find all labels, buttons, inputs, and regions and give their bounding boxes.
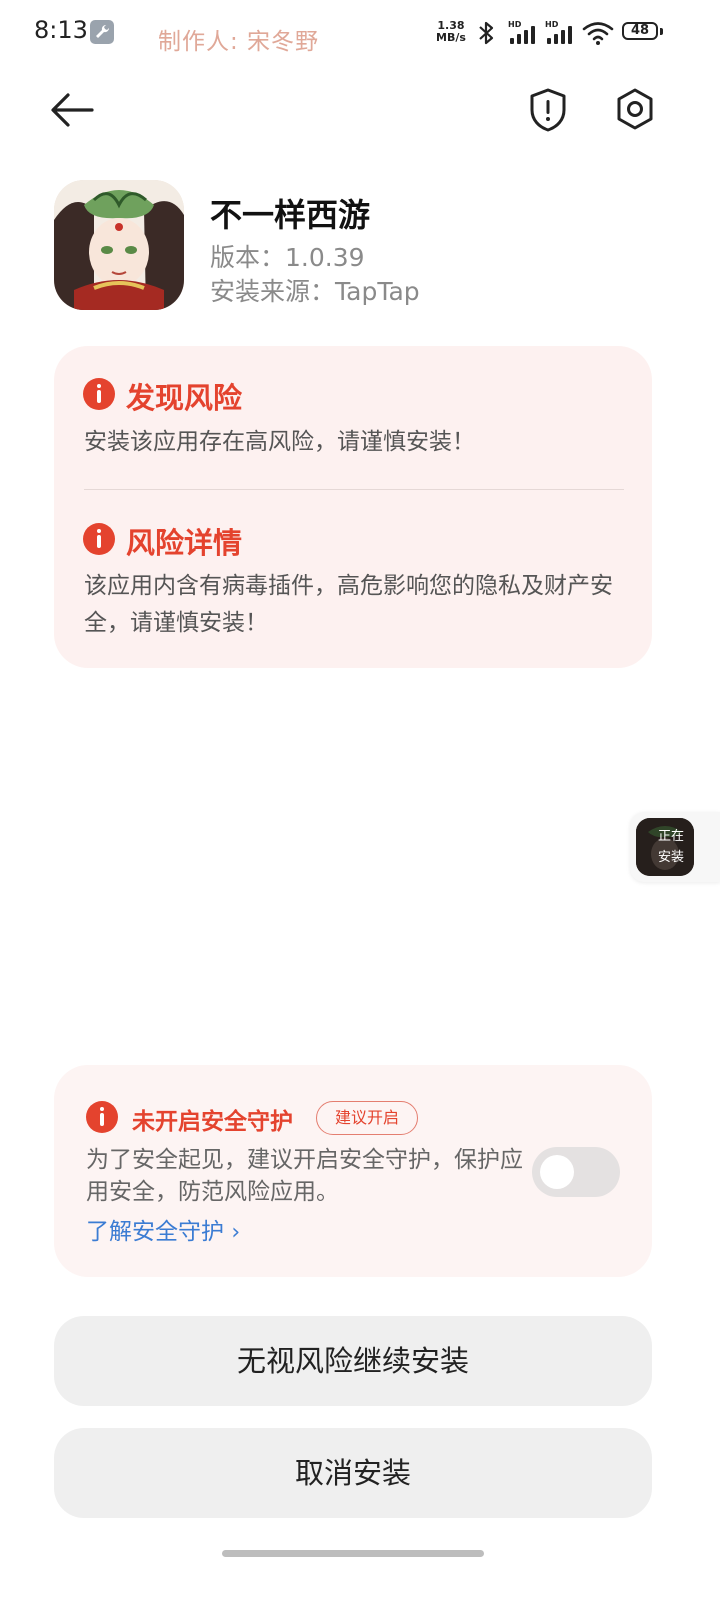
learn-protection-link-text: 了解安全守护 <box>86 1219 224 1245</box>
signal-hd-label: HD <box>545 20 559 29</box>
risk-found-text: 安装该应用存在高风险，请谨慎安装！ <box>84 429 475 455</box>
protection-title: 未开启安全守护 <box>132 1109 293 1135</box>
warning-icon <box>86 1101 118 1133</box>
home-indicator[interactable] <box>222 1550 484 1557</box>
risk-found-title: 发现风险 <box>126 381 243 415</box>
wrench-icon <box>90 20 114 44</box>
watermark-text: 制作人: 宋冬野 <box>158 29 320 55</box>
signal-hd-label: HD <box>508 20 522 29</box>
warning-icon <box>83 378 115 410</box>
risk-detail-title: 风险详情 <box>126 526 243 560</box>
installing-label-line1: 正在 <box>657 829 684 844</box>
app-icon <box>54 180 184 310</box>
shield-icon[interactable] <box>526 86 570 134</box>
installing-label-line2: 安装 <box>657 850 684 865</box>
bluetooth-icon <box>479 21 494 45</box>
floating-install-indicator[interactable]: 正在 安装 <box>630 812 720 882</box>
installing-app-thumbnail: 正在 安装 <box>636 818 694 876</box>
signal-icon: HD <box>508 20 538 46</box>
app-version: 版本：1.0.39 <box>210 243 365 272</box>
suggest-enable-badge: 建议开启 <box>316 1101 418 1135</box>
learn-protection-link[interactable]: 了解安全守护 › <box>86 1212 240 1246</box>
protection-description: 为了安全起见，建议开启安全守护，保护应用安全，防范风险应用。 <box>86 1147 523 1205</box>
signal-icon: HD <box>545 20 575 46</box>
net-speed-unit: MB/s <box>436 31 466 44</box>
risk-detail-text: 该应用内含有病毒插件，高危影响您的隐私及财产安全，请谨慎安装！ <box>84 573 613 636</box>
settings-gear-icon[interactable] <box>612 86 658 132</box>
cancel-install-button[interactable]: 取消安装 <box>54 1428 652 1518</box>
continue-install-button[interactable]: 无视风险继续安装 <box>54 1316 652 1406</box>
warning-icon <box>83 523 115 555</box>
battery-tip <box>660 28 663 35</box>
chevron-right-icon: › <box>231 1220 241 1245</box>
toggle-knob <box>540 1155 574 1189</box>
status-time: 8:13 <box>34 16 88 44</box>
battery-indicator: 48 <box>622 22 658 40</box>
back-arrow-icon[interactable] <box>46 88 98 132</box>
protection-toggle[interactable] <box>532 1147 620 1197</box>
app-name: 不一样西游 <box>210 196 371 234</box>
wifi-icon <box>582 22 614 45</box>
app-install-source: 安装来源：TapTap <box>210 277 420 306</box>
risk-divider <box>84 489 624 490</box>
net-speed: 1.38 MB/s <box>436 20 466 44</box>
